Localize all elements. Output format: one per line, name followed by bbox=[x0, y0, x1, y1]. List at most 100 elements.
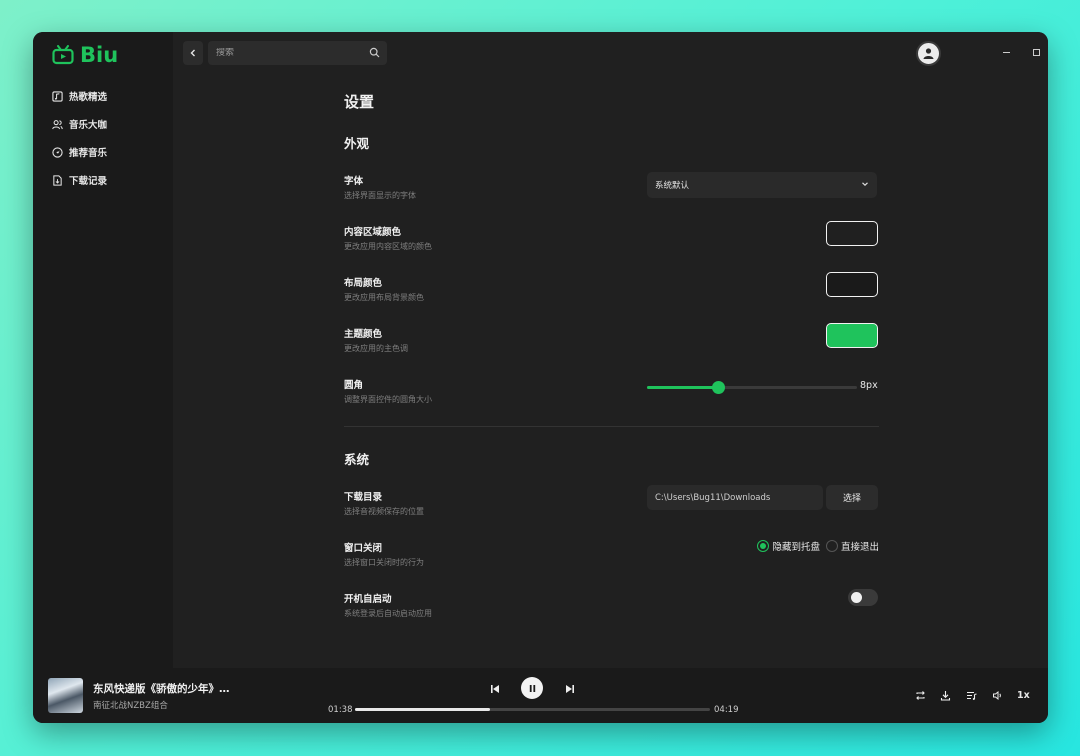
chevron-down-icon bbox=[862, 182, 868, 187]
app-window: Biu 热歌精选 音乐大咖 推荐音乐 下载记录 搜索 设置 外观 字体 选择界面… bbox=[33, 32, 1048, 723]
setting-desc: 更改应用布局背景颜色 bbox=[344, 293, 424, 302]
setting-desc: 选择窗口关闭时的行为 bbox=[344, 558, 424, 567]
sidebar-item-downloads[interactable]: 下载记录 bbox=[52, 166, 107, 194]
sidebar-item-label: 音乐大咖 bbox=[69, 120, 108, 131]
app-name: Biu bbox=[80, 43, 119, 67]
setting-label: 字体 bbox=[344, 176, 364, 187]
theme-color-swatch[interactable] bbox=[826, 323, 878, 348]
setting-desc: 选择音视频保存的位置 bbox=[344, 507, 424, 516]
radius-slider[interactable] bbox=[647, 381, 857, 394]
download-icon bbox=[940, 690, 950, 701]
setting-window-close: 窗口关闭 选择窗口关闭时的行为 隐藏到托盘 直接退出 bbox=[344, 540, 879, 574]
setting-label: 圆角 bbox=[344, 380, 364, 391]
layout-color-swatch[interactable] bbox=[826, 272, 878, 297]
search-box bbox=[208, 41, 387, 65]
setting-radius: 圆角 调整界面控件的圆角大小 8px bbox=[344, 377, 879, 411]
back-button[interactable] bbox=[183, 41, 203, 65]
total-time: 04:19 bbox=[714, 705, 739, 715]
setting-label: 开机自启动 bbox=[344, 594, 392, 605]
close-behavior-radio-group: 隐藏到托盘 直接退出 bbox=[757, 539, 879, 553]
setting-label: 内容区域颜色 bbox=[344, 227, 402, 238]
sidebar-item-label: 热歌精选 bbox=[69, 92, 108, 103]
setting-desc: 更改应用的主色调 bbox=[344, 344, 408, 353]
setting-theme-color: 主题颜色 更改应用的主色调 bbox=[344, 323, 879, 360]
search-icon[interactable] bbox=[369, 47, 380, 58]
content-color-swatch[interactable] bbox=[826, 221, 878, 246]
maximize-icon bbox=[1032, 48, 1040, 56]
playback-speed-button[interactable]: 1x bbox=[1017, 690, 1030, 701]
playlist-icon bbox=[966, 691, 977, 700]
repeat-button[interactable] bbox=[913, 688, 927, 702]
volume-icon bbox=[992, 690, 1001, 700]
compass-icon bbox=[52, 146, 63, 158]
radio-dot bbox=[825, 540, 838, 552]
radio-exit-directly[interactable]: 直接退出 bbox=[825, 539, 879, 553]
minimize-button[interactable] bbox=[999, 45, 1013, 59]
sidebar-item-artists[interactable]: 音乐大咖 bbox=[52, 110, 107, 138]
pause-icon bbox=[529, 684, 535, 692]
search-input[interactable] bbox=[216, 48, 366, 58]
setting-label: 布局颜色 bbox=[344, 278, 383, 289]
radius-slider-fill bbox=[647, 386, 719, 389]
sidebar-item-label: 推荐音乐 bbox=[69, 148, 108, 159]
section-divider bbox=[344, 426, 879, 427]
setting-desc: 调整界面控件的圆角大小 bbox=[344, 395, 432, 404]
font-select[interactable]: 系统默认 bbox=[647, 172, 877, 198]
radio-label: 直接退出 bbox=[840, 542, 879, 553]
autostart-toggle[interactable] bbox=[848, 589, 878, 606]
avatar[interactable] bbox=[916, 41, 941, 66]
radio-dot bbox=[757, 540, 770, 552]
setting-desc: 更改应用内容区域的颜色 bbox=[344, 242, 432, 251]
minimize-icon bbox=[1002, 51, 1010, 53]
repeat-icon bbox=[915, 690, 925, 700]
progress-fill bbox=[355, 708, 490, 711]
music-note-box-icon bbox=[52, 90, 63, 102]
radius-slider-thumb[interactable] bbox=[712, 381, 726, 394]
album-cover[interactable] bbox=[48, 678, 83, 713]
choose-folder-button[interactable]: 选择 bbox=[826, 485, 878, 510]
main-area: 设置 外观 字体 选择界面显示的字体 系统默认 内容区域颜色 更改应用内容区域的… bbox=[173, 32, 1048, 668]
next-button[interactable] bbox=[563, 682, 577, 696]
playlist-button[interactable] bbox=[964, 688, 978, 702]
setting-content-color: 内容区域颜色 更改应用内容区域的颜色 bbox=[344, 221, 879, 258]
font-select-value: 系统默认 bbox=[655, 181, 690, 191]
skip-previous-icon bbox=[491, 685, 499, 693]
download-button[interactable] bbox=[938, 688, 952, 702]
progress-bar[interactable] bbox=[355, 708, 710, 711]
top-bar bbox=[173, 32, 1048, 72]
current-time: 01:38 bbox=[328, 705, 353, 715]
song-artist[interactable]: 南征北战NZBZ组合 bbox=[93, 699, 168, 711]
toggle-knob bbox=[851, 592, 862, 603]
section-title-system: 系统 bbox=[344, 452, 370, 467]
sidebar-item-recommended[interactable]: 推荐音乐 bbox=[52, 138, 107, 166]
previous-button[interactable] bbox=[488, 682, 502, 696]
maximize-button[interactable] bbox=[1029, 45, 1043, 59]
skip-next-icon bbox=[566, 685, 574, 693]
setting-desc: 选择界面显示的字体 bbox=[344, 191, 416, 200]
setting-autostart: 开机自启动 系统登录后自动启动应用 bbox=[344, 589, 879, 625]
sidebar-item-label: 下载记录 bbox=[69, 176, 108, 187]
volume-button[interactable] bbox=[990, 688, 1004, 702]
download-path-field[interactable]: C:\Users\Bug11\Downloads bbox=[647, 485, 823, 510]
sidebar-item-hot-songs[interactable]: 热歌精选 bbox=[52, 82, 107, 110]
radio-hide-to-tray[interactable]: 隐藏到托盘 bbox=[757, 539, 820, 553]
chevron-left-icon bbox=[190, 49, 195, 57]
page-title: 设置 bbox=[344, 93, 375, 111]
tv-icon bbox=[52, 45, 74, 65]
section-title-appearance: 外观 bbox=[344, 136, 370, 151]
player-bar: 东风快递版《骄傲的少年》… 南征北战NZBZ组合 01:38 04:19 1x bbox=[33, 668, 1048, 723]
song-title[interactable]: 东风快递版《骄傲的少年》… bbox=[93, 681, 230, 696]
user-icon bbox=[923, 48, 934, 59]
setting-label: 下载目录 bbox=[344, 492, 383, 503]
users-icon bbox=[52, 119, 63, 129]
file-download-icon bbox=[53, 174, 62, 186]
radius-value: 8px bbox=[860, 380, 878, 391]
setting-desc: 系统登录后自动启动应用 bbox=[344, 609, 432, 618]
sidebar: Biu 热歌精选 音乐大咖 推荐音乐 下载记录 bbox=[33, 32, 173, 668]
pause-button[interactable] bbox=[521, 677, 543, 699]
setting-layout-color: 布局颜色 更改应用布局背景颜色 bbox=[344, 272, 879, 309]
setting-label: 主题颜色 bbox=[344, 329, 383, 340]
app-logo[interactable]: Biu bbox=[52, 43, 118, 67]
radio-label: 隐藏到托盘 bbox=[772, 542, 820, 553]
sidebar-nav: 热歌精选 音乐大咖 推荐音乐 下载记录 bbox=[52, 82, 107, 194]
